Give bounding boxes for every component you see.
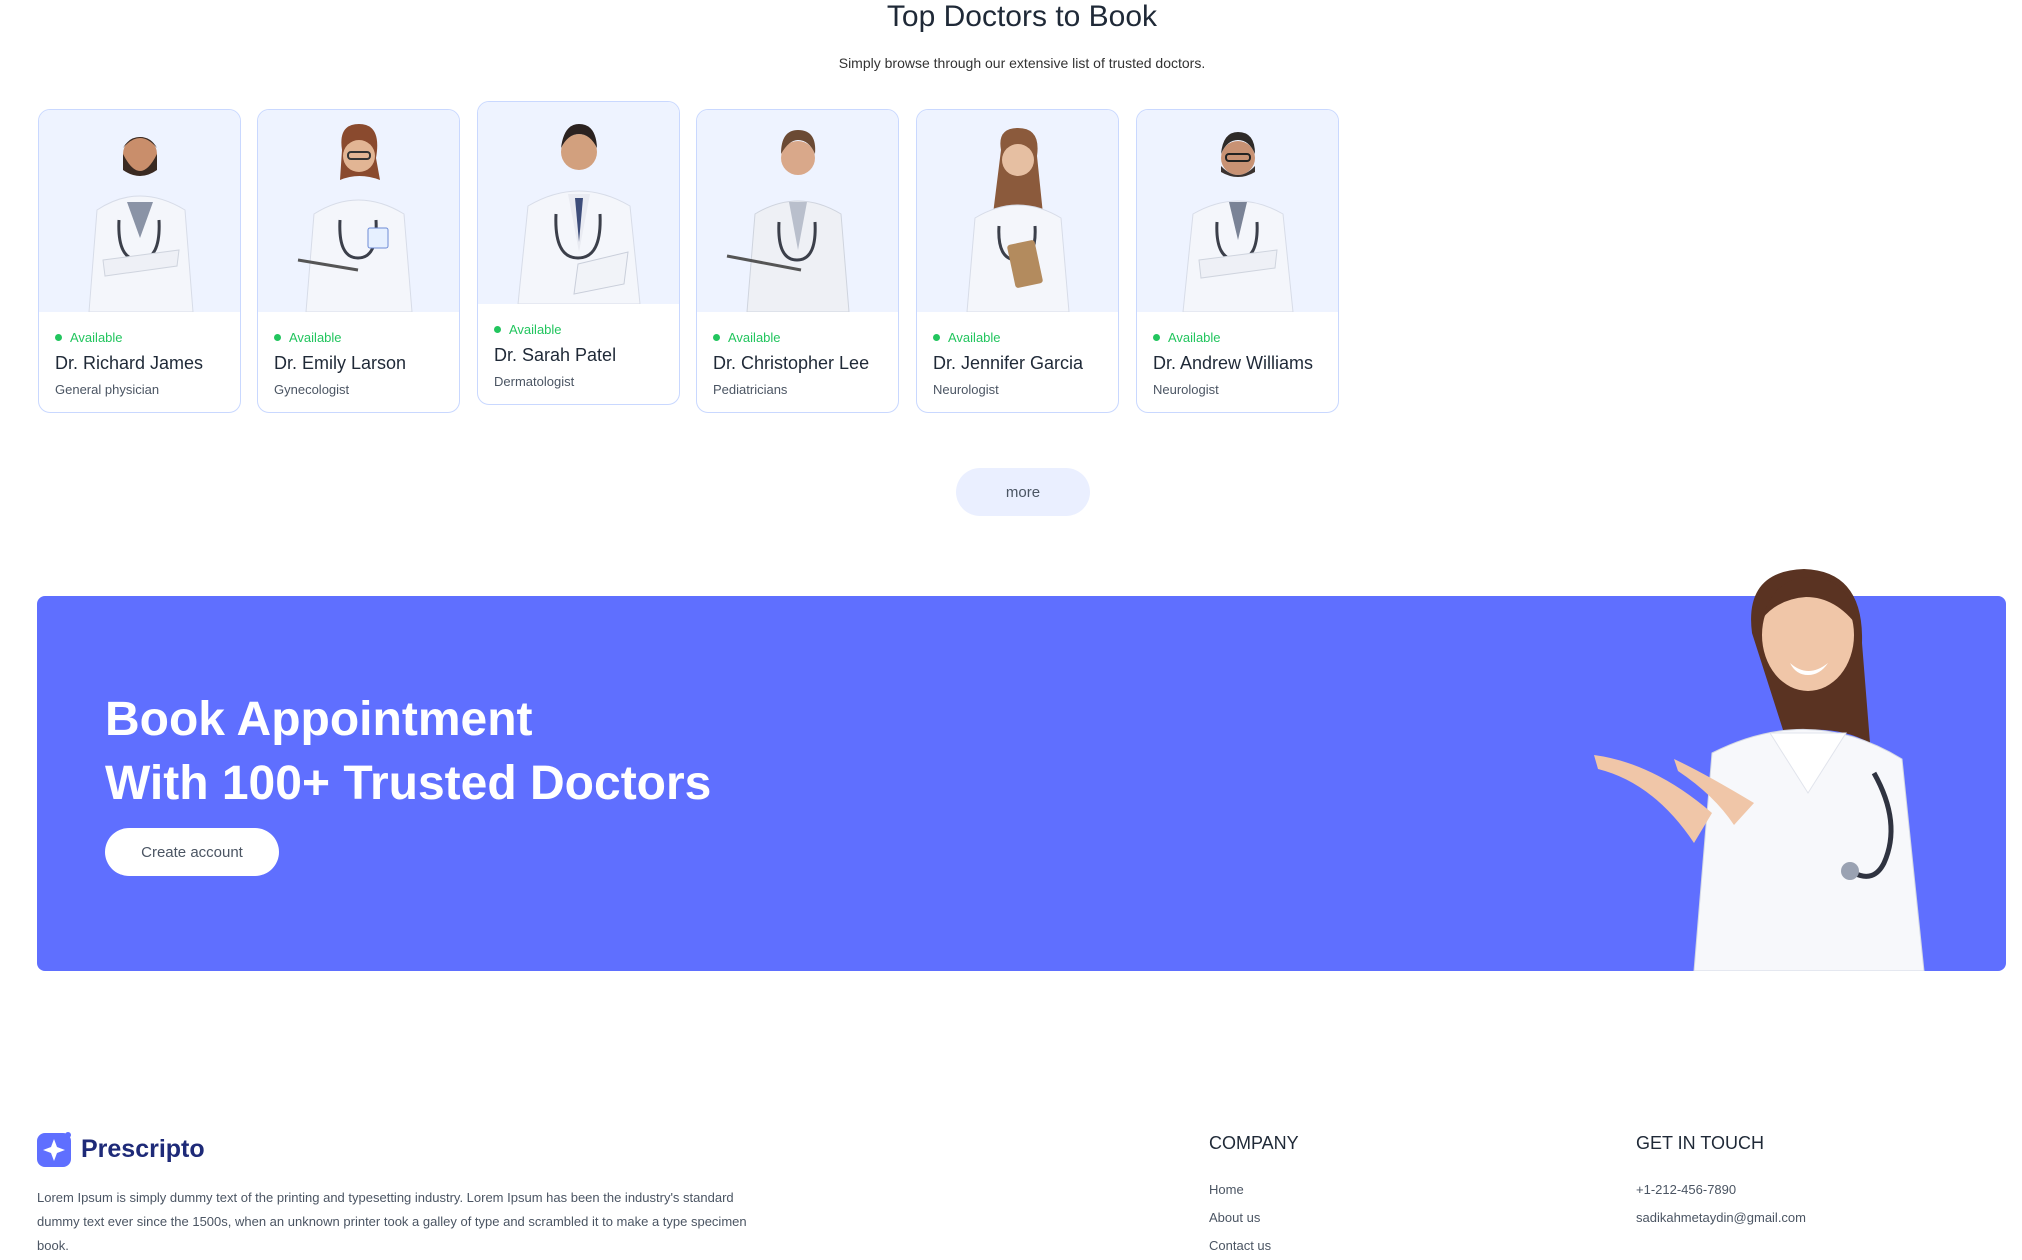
availability-badge: Available	[713, 330, 882, 345]
contact-title: GET IN TOUCH	[1636, 1133, 1765, 1153]
available-dot-icon	[933, 334, 940, 341]
banner-line-1: Book Appointment	[105, 693, 533, 746]
doctor-speciality: General physician	[55, 382, 160, 397]
doctor-card[interactable]: Available Dr. Christopher Lee Pediatrici…	[696, 109, 899, 413]
doctor-speciality: Gynecologist	[274, 382, 350, 397]
doctor-card[interactable]: Available Dr. Emily Larson Gynecologist	[257, 109, 460, 413]
available-dot-icon	[1153, 334, 1160, 341]
doctor-speciality: Neurologist	[933, 382, 999, 397]
create-account-button[interactable]: Create account	[105, 828, 279, 876]
availability-badge: Available	[494, 322, 663, 337]
more-button[interactable]: more	[956, 468, 1090, 516]
footer-phone: +1-212-456-7890	[1636, 1182, 1737, 1197]
doctor-photo	[478, 102, 679, 304]
doctor-name: Dr. Emily Larson	[274, 353, 407, 373]
available-dot-icon	[274, 334, 281, 341]
banner-line-2: With 100+ Trusted Doctors	[105, 757, 712, 810]
availability-badge: Available	[274, 330, 443, 345]
doctor-speciality: Neurologist	[1153, 382, 1219, 397]
footer-company: COMPANY Home About us Contact us	[1209, 1133, 1299, 1260]
doctor-card[interactable]: Available Dr. Jennifer Garcia Neurologis…	[916, 109, 1119, 413]
doctor-photo	[697, 110, 898, 312]
doctor-card[interactable]: Available Dr. Richard James General phys…	[38, 109, 241, 413]
available-dot-icon	[55, 334, 62, 341]
doctor-speciality: Dermatologist	[494, 374, 575, 389]
available-dot-icon	[494, 326, 501, 333]
footer-contact: GET IN TOUCH +1-212-456-7890 sadikahmeta…	[1636, 1133, 1806, 1232]
doctor-card[interactable]: Available Dr. Sarah Patel Dermatologist	[477, 101, 680, 405]
section-title: Top Doctors to Book	[886, 0, 1158, 33]
section-subtitle: Simply browse through our extensive list…	[838, 55, 1206, 71]
doctor-name: Dr. Jennifer Garcia	[933, 353, 1084, 373]
footer-email: sadikahmetaydin@gmail.com	[1636, 1210, 1806, 1225]
doctor-name: Dr. Christopher Lee	[713, 353, 870, 373]
footer-description: Lorem Ipsum is simply dummy text of the …	[37, 1190, 747, 1253]
doctor-photo	[39, 110, 240, 312]
doctor-name: Dr. Sarah Patel	[494, 345, 617, 365]
availability-badge: Available	[55, 330, 224, 345]
doctor-card[interactable]: Available Dr. Andrew Williams Neurologis…	[1136, 109, 1339, 413]
footer-link-contact[interactable]: Contact us	[1209, 1232, 1299, 1260]
doctor-photo	[1137, 110, 1338, 312]
doctor-photo	[917, 110, 1118, 312]
company-title: COMPANY	[1209, 1133, 1299, 1153]
brand-name: Prescripto	[81, 1134, 205, 1163]
doctor-name: Dr. Andrew Williams	[1153, 353, 1314, 373]
footer-logo[interactable]: Prescripto	[37, 1131, 205, 1167]
doctor-photo	[258, 110, 459, 312]
available-dot-icon	[713, 334, 720, 341]
availability-badge: Available	[1153, 330, 1322, 345]
prescripto-logo-icon	[37, 1132, 71, 1167]
banner-doctor-image	[1594, 569, 1925, 971]
doctor-speciality: Pediatricians	[713, 382, 788, 397]
footer-link-about[interactable]: About us	[1209, 1204, 1299, 1232]
footer-link-home[interactable]: Home	[1209, 1176, 1299, 1204]
availability-badge: Available	[933, 330, 1102, 345]
banner-heading: Book Appointment With 100+ Trusted Docto…	[105, 688, 711, 816]
doctor-name: Dr. Richard James	[55, 353, 204, 373]
